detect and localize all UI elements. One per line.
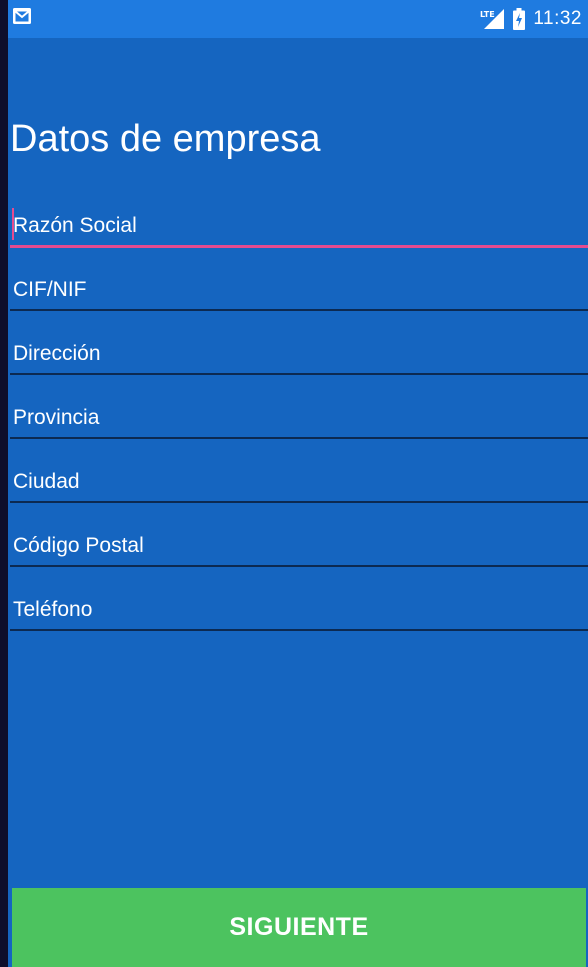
codigo-postal-input[interactable] [10,528,588,564]
text-cursor [12,208,14,240]
provincia-input[interactable] [10,400,588,436]
direccion-input[interactable] [10,336,588,372]
telefono-field [10,584,588,648]
siguiente-button[interactable]: SIGUIENTE [12,888,586,967]
provincia-field [10,392,588,456]
lte-signal-icon: LTE [479,8,505,30]
page-title: Datos de empresa [10,118,321,160]
cif-nif-input[interactable] [10,272,588,308]
field-underline [10,309,588,311]
svg-text:LTE: LTE [480,10,495,19]
field-underline [10,565,588,567]
screen: LTE 11:32 Datos de empresa Razón Social … [0,0,588,967]
window-edge [0,0,8,967]
battery-charging-icon [513,8,526,30]
field-underline [10,629,588,631]
status-indicators: LTE 11:32 [479,8,582,30]
ciudad-field [10,456,588,520]
field-underline [10,373,588,375]
direccion-field [10,328,588,392]
razon-social-field [10,200,588,264]
cif-nif-field [10,264,588,328]
field-underline [10,437,588,439]
gmail-icon [12,7,32,25]
codigo-postal-field [10,520,588,584]
ciudad-input[interactable] [10,464,588,500]
field-underline [10,245,588,248]
telefono-input[interactable] [10,592,588,628]
clock: 11:32 [533,8,582,29]
razon-social-input[interactable] [10,208,588,244]
company-form [10,200,588,648]
field-underline [10,501,588,503]
status-bar: LTE 11:32 [8,0,588,38]
